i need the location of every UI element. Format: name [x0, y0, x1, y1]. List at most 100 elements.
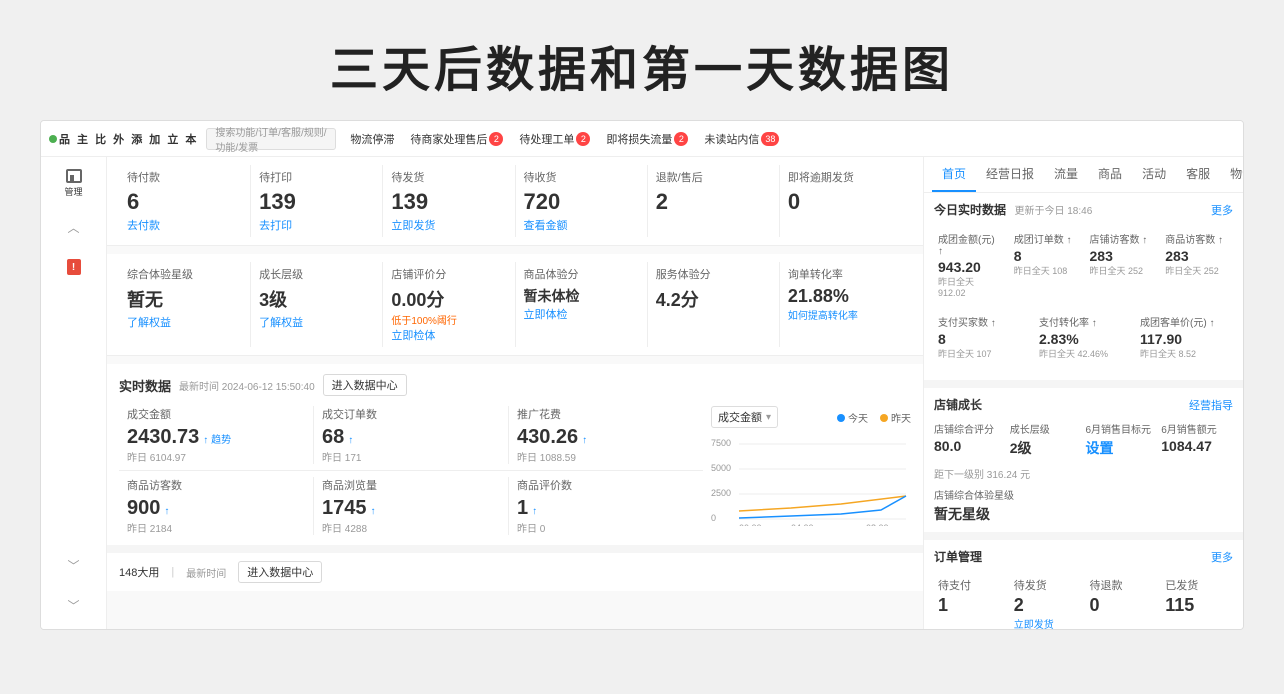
- stat-pending-receive: 待收货 720 查看金额: [516, 165, 648, 237]
- pending-receive-label: 待收货: [524, 169, 639, 185]
- today-orders-value: 8: [1014, 248, 1078, 264]
- product-link[interactable]: 立即体检: [524, 306, 639, 322]
- bottom-item-label: 148大用: [119, 564, 159, 580]
- store-star-value: 暂无星级: [934, 504, 1233, 524]
- sidebar-chevron-down2-icon[interactable]: ﹀: [56, 587, 92, 623]
- today-cell-gmv: 成团金额(元) ↑ 943.20 昨日全天 912.02: [934, 227, 1006, 302]
- rt-orders-prev: 昨日 171: [322, 449, 500, 464]
- pending-receive-link[interactable]: 查看金额: [524, 217, 639, 233]
- order-pending-refund-value: 0: [1090, 595, 1154, 616]
- tab-home[interactable]: 首页: [932, 157, 976, 192]
- nav-item-traffic[interactable]: 即将损失流量 2: [600, 129, 694, 149]
- store-growth-section: 店铺成长 经营指导 店铺综合评分 80.0 成长层级 2级 6月销售目标元 设置: [924, 380, 1243, 532]
- rt-pageviews-value: 1745: [322, 497, 367, 520]
- order-mgmt-header: 订单管理 更多: [934, 548, 1233, 565]
- chart-container: 成交金额 ▾ 今天 昨天 7500 5000 2: [711, 406, 911, 531]
- svg-text:2500: 2500: [711, 488, 731, 498]
- experience-link[interactable]: 了解权益: [127, 314, 242, 330]
- rt-pageviews-prev: 昨日 4288: [322, 520, 500, 535]
- tab-logistics[interactable]: 物流: [1220, 157, 1243, 192]
- stat-pending-print: 待打印 139 去打印: [251, 165, 383, 237]
- growth-target-value[interactable]: 设置: [1086, 438, 1158, 458]
- pending-print-value: 139: [259, 189, 374, 215]
- growth-link[interactable]: 了解权益: [259, 314, 374, 330]
- today-cell-orders: 成团订单数 ↑ 8 昨日全天 108: [1010, 227, 1082, 302]
- rt-pageviews-trend[interactable]: ↑: [371, 506, 376, 517]
- support-avg-order-label: 成团客单价(元) ↑: [1140, 314, 1229, 329]
- sidebar-chevron-down-icon[interactable]: ﹀: [56, 547, 92, 583]
- product-value: 暂未体检: [524, 286, 639, 306]
- today-realtime-header: 今日实时数据 更新于今日 18:46 更多: [934, 201, 1233, 219]
- today-gmv-value: 943.20: [938, 259, 1002, 275]
- rt-orders-trend[interactable]: ↑: [348, 435, 353, 446]
- score-link[interactable]: 立即检体: [391, 327, 506, 343]
- realtime-title: 实时数据: [119, 376, 171, 395]
- pending-ship-link[interactable]: 立即发货: [391, 217, 506, 233]
- product-label: 商品体验分: [524, 266, 639, 282]
- rt-reviews-trend[interactable]: ↑: [532, 506, 537, 517]
- bottom-divider: |: [171, 566, 174, 578]
- support-buyers-label: 支付买家数 ↑: [938, 314, 1027, 329]
- rt-promo-trend[interactable]: ↑: [582, 435, 587, 446]
- rt-reviews-label: 商品评价数: [517, 477, 695, 493]
- experience-label: 综合体验星级: [127, 266, 242, 282]
- legend-yesterday: 昨天: [880, 410, 911, 425]
- tab-traffic[interactable]: 流量: [1044, 157, 1088, 192]
- logo-text: 品 主 比 外 添 加 立 本: [59, 131, 198, 147]
- sidebar-alert-icon[interactable]: !: [56, 249, 92, 285]
- center-content: 待付款 6 去付款 待打印 139 去打印 待发货 139 立即发货 待收货 7…: [107, 157, 923, 630]
- order-mgmt-more[interactable]: 更多: [1211, 549, 1233, 565]
- rt-gmv-trend[interactable]: ↑ 趋势: [203, 431, 231, 446]
- svg-text:08:00: 08:00: [866, 523, 889, 526]
- support-conversion: 支付转化率 ↑ 2.83% 昨日全天 42.46%: [1035, 310, 1132, 364]
- bottom-datacenter-button[interactable]: 进入数据中心: [238, 561, 322, 583]
- enter-datacenter-button[interactable]: 进入数据中心: [323, 374, 407, 396]
- metric-conversion: 询单转化率 21.88% 如何提高转化率: [780, 262, 911, 347]
- nav-item-workorder[interactable]: 待处理工单 2: [513, 129, 596, 149]
- nav-item-message[interactable]: 未读站内信 38: [698, 129, 785, 149]
- metric-growth: 成长层级 3级 了解权益: [251, 262, 383, 347]
- tab-service[interactable]: 客服: [1176, 157, 1220, 192]
- order-pending-ship-link[interactable]: 立即发货: [1014, 616, 1078, 630]
- today-realtime-more[interactable]: 更多: [1211, 202, 1233, 218]
- today-cell-product-visitors: 商品访客数 ↑ 283 昨日全天 252: [1161, 227, 1233, 302]
- pending-print-link[interactable]: 去打印: [259, 217, 374, 233]
- store-growth-link[interactable]: 经营指导: [1189, 397, 1233, 413]
- chart-select[interactable]: 成交金额 ▾: [711, 406, 778, 428]
- order-pending-ship-value: 2: [1014, 595, 1078, 616]
- rt-gmv-value: 2430.73: [127, 426, 199, 449]
- nav-item-logistics[interactable]: 物流停滞: [344, 129, 400, 149]
- sidebar-chevron-up-icon[interactable]: ︿: [56, 209, 92, 245]
- today-product-visitors-prev: 昨日全天 252: [1165, 264, 1229, 277]
- conversion-link[interactable]: 如何提高转化率: [788, 307, 903, 322]
- workorder-badge: 2: [576, 132, 590, 146]
- metric-product: 商品体验分 暂未体检 立即体检: [516, 262, 648, 347]
- chart-select-label: 成交金额: [718, 409, 762, 425]
- pending-print-label: 待打印: [259, 169, 374, 185]
- top-nav: 品 主 比 外 添 加 立 本 搜索功能/订单/客服/规则/功能/发票 物流停滞…: [41, 121, 1243, 157]
- pending-receive-value: 720: [524, 189, 639, 215]
- stat-pending-ship: 待发货 139 立即发货: [383, 165, 515, 237]
- support-buyers: 支付买家数 ↑ 8 昨日全天 107: [934, 310, 1031, 364]
- support-conversion-value: 2.83%: [1039, 331, 1128, 347]
- growth-level-label: 成长层级: [1010, 421, 1082, 436]
- tab-products[interactable]: 商品: [1088, 157, 1132, 192]
- tab-activity[interactable]: 活动: [1132, 157, 1176, 192]
- realtime-metrics-row2: 商品访客数 900 ↑ 昨日 2184 商品浏览量 1745: [119, 477, 703, 535]
- nav-search[interactable]: 搜索功能/订单/客服/规则/功能/发票: [206, 128, 336, 150]
- growth-rating-value: 80.0: [934, 438, 1006, 454]
- nav-item-aftersale[interactable]: 待商家处理售后 2: [404, 129, 509, 149]
- pending-payment-link[interactable]: 去付款: [127, 217, 242, 233]
- store-star-section: 店铺综合体验星级 暂无星级: [934, 487, 1233, 524]
- store-growth-header: 店铺成长 经营指导: [934, 396, 1233, 413]
- today-gmv-prev: 昨日全天 912.02: [938, 275, 1002, 298]
- workorder-label: 待处理工单: [519, 131, 574, 147]
- page-title: 三天后数据和第一天数据图: [0, 0, 1284, 120]
- rt-visitors-trend[interactable]: ↑: [164, 506, 169, 517]
- score-warning: 低于100%阈行: [391, 312, 506, 327]
- sidebar-home-icon[interactable]: 管理: [56, 165, 92, 201]
- metric-experience: 综合体验星级 暂无 了解权益: [119, 262, 251, 347]
- rt-promo: 推广花费 430.26 ↑ 昨日 1088.59: [509, 406, 703, 464]
- traffic-label: 即将损失流量: [606, 131, 672, 147]
- tab-daily[interactable]: 经营日报: [976, 157, 1044, 192]
